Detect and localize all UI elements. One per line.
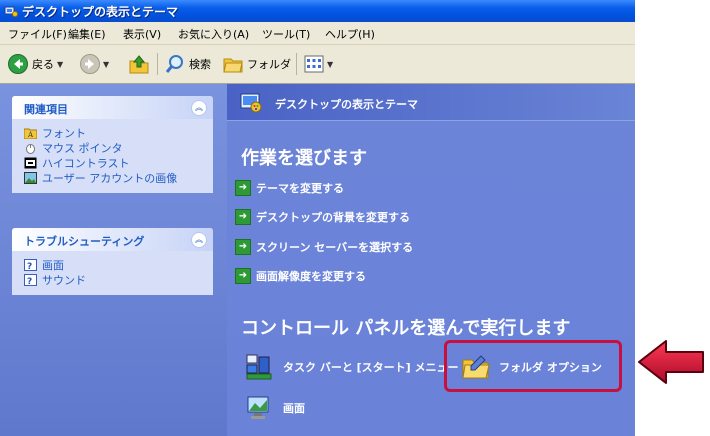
display-monitor-icon [247,396,269,419]
search-label: 検索 [189,58,211,71]
arrow-right-icon: ➜ [235,180,251,196]
cp-display[interactable]: 画面 [245,394,305,422]
mouse-icon [26,143,35,154]
related-link-mouse-pointers[interactable]: マウス ポインタ [24,140,203,155]
menu-view[interactable]: 表示(V) [123,26,161,42]
related-link-high-contrast[interactable]: ハイコントラスト [24,155,203,170]
toolbar-divider [296,53,297,75]
related-link-label: フォント [42,126,86,140]
task-label: 画面解像度を変更する [256,270,366,283]
back-dropdown-icon[interactable]: ▼ [57,60,63,69]
help-icon: ? [24,258,37,271]
related-link-label: ユーザー アカウントの画像 [42,171,178,185]
related-topics-header[interactable]: 関連項目 ︽ [12,96,213,119]
up-folder-icon [129,55,149,74]
folders-icon [223,58,243,73]
category-title: デスクトップの表示とテーマ [275,98,418,111]
svg-text:?: ? [27,277,32,286]
task-label: デスクトップの背景を変更する [256,211,410,224]
folders-button[interactable]: フォルダ [222,52,291,76]
forward-arrow-icon [80,54,100,74]
toolbar-divider [157,53,158,75]
arrow-right-icon: ➜ [235,239,251,255]
views-button[interactable]: ▼ [304,52,333,76]
troubleshooting-title: トラブルシューティング [24,235,145,248]
help-icon: ? [24,273,37,286]
menu-edit[interactable]: 編集(E) [68,26,106,42]
related-link-label: ハイコントラスト [42,156,130,170]
troubleshoot-link-display[interactable]: ? 画面 [24,257,203,272]
troubleshoot-link-label: サウンド [42,273,86,287]
task-pane: 関連項目 ︽ A フォント マウス ポインタ ハイコントラスト ユーザー アカウ… [0,84,227,436]
views-dropdown-icon[interactable]: ▼ [327,60,333,69]
task-change-theme[interactable]: ➜ テーマを変更する [235,180,344,196]
up-folder-button[interactable] [128,52,150,76]
menu-favorites[interactable]: お気に入り(A) [178,26,249,42]
troubleshooting-panel: トラブルシューティング ︽ ? 画面 ? サウンド [12,228,213,295]
forward-dropdown-icon[interactable]: ▼ [103,60,109,69]
folders-label: フォルダ [247,58,291,71]
pointer-arrow-icon [638,340,704,384]
back-arrow-icon [8,54,28,74]
svg-text:A: A [27,131,34,139]
arrow-right-icon: ➜ [235,209,251,225]
cp-taskbar-start-menu[interactable]: タスク バーと [スタート] メニュー [245,353,459,381]
back-button[interactable]: 戻る ▼ [8,52,63,76]
window-title: デスクトップの表示とテーマ [22,5,179,19]
high-contrast-icon [24,157,37,168]
forward-button[interactable]: ▼ [80,52,109,76]
menu-file[interactable]: ファイル(F) [8,26,67,42]
troubleshoot-link-label: 画面 [42,258,64,272]
task-label: スクリーン セーバーを選択する [256,241,414,254]
menu-help[interactable]: ヘルプ(H) [325,26,375,42]
related-link-fonts[interactable]: A フォント [24,125,203,140]
collapse-chevron-icon[interactable]: ︽ [191,100,207,116]
cp-item-label: 画面 [283,402,305,415]
related-link-label: マウス ポインタ [42,141,123,155]
fonts-folder-icon: A [24,128,37,139]
views-grid-icon [304,55,324,73]
collapse-chevron-icon[interactable]: ︽ [191,232,207,248]
menu-bar: ファイル(F) 編集(E) 表示(V) お気に入り(A) ツール(T) ヘルプ(… [0,22,635,45]
related-topics-panel: 関連項目 ︽ A フォント マウス ポインタ ハイコントラスト ユーザー アカウ… [12,96,213,193]
appearance-themes-icon [240,93,262,113]
highlight-box [444,340,622,392]
task-choose-screensaver[interactable]: ➜ スクリーン セーバーを選択する [235,239,413,255]
header-divider [227,120,635,121]
pick-task-heading: 作業を選びます [241,148,367,169]
related-topics-title: 関連項目 [24,103,68,116]
menu-tools[interactable]: ツール(T) [262,26,310,42]
search-icon [165,55,183,73]
back-label: 戻る [32,58,54,71]
search-button[interactable]: 検索 [164,52,211,76]
user-picture-icon [24,171,37,184]
toolbar: 戻る ▼ ▼ 検索 フォルダ ▼ [0,45,635,84]
arrow-right-icon: ➜ [235,268,251,284]
related-link-account-picture[interactable]: ユーザー アカウントの画像 [24,170,203,185]
task-change-background[interactable]: ➜ デスクトップの背景を変更する [235,209,410,225]
control-panel-icon [4,6,18,17]
cp-item-label: タスク バーと [スタート] メニュー [283,361,459,374]
pick-icon-heading: コントロール パネルを選んで実行します [241,318,571,339]
taskbar-icon [246,354,272,380]
task-change-resolution[interactable]: ➜ 画面解像度を変更する [235,268,366,284]
troubleshooting-header[interactable]: トラブルシューティング ︽ [12,228,213,251]
troubleshoot-link-sound[interactable]: ? サウンド [24,272,203,287]
category-header: デスクトップの表示とテーマ [227,84,635,120]
task-label: テーマを変更する [256,182,344,195]
title-bar[interactable]: デスクトップの表示とテーマ [0,0,635,22]
svg-text:?: ? [27,262,32,271]
